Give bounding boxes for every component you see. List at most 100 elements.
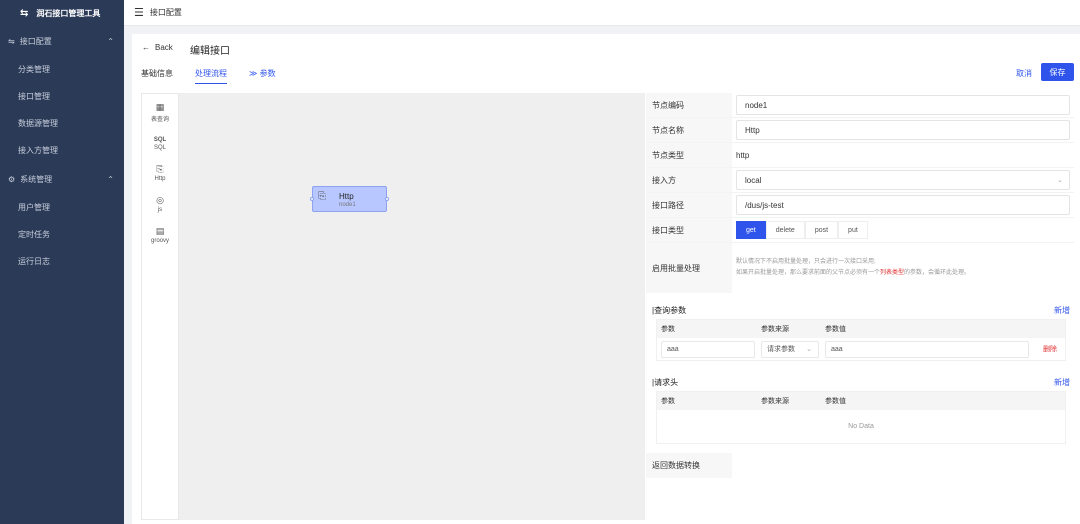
menu-toggle-icon[interactable]: ☰	[134, 6, 144, 19]
http-icon: ⎘	[156, 164, 164, 174]
form-row-method: 接口类型 get delete post put	[646, 218, 1074, 243]
menu-group-label: 系统管理	[20, 174, 53, 184]
node-subtitle: node1	[339, 202, 356, 208]
groovy-icon: ▤	[155, 226, 165, 236]
param-value-input[interactable]: aaa	[825, 340, 1029, 358]
form-row-api-path: 接口路径 /dus/js-test	[646, 193, 1074, 218]
sidebar-item-datasource[interactable]: 数据源管理	[0, 110, 124, 137]
palette-http[interactable]: ⎘ Http	[142, 164, 178, 183]
table-row: aaa 请求参数 ⌄ aaa 删除	[657, 338, 1065, 360]
js-icon: ◎	[156, 195, 164, 205]
sidebar-item-logs[interactable]: 运行日志	[0, 248, 124, 275]
section-title: |请求头	[652, 377, 679, 387]
palette-label: Http	[154, 176, 166, 182]
form-row-accessor: 接入方 local ⌄	[646, 168, 1074, 193]
flow-node-http[interactable]: ⎘ Http node1	[310, 186, 389, 212]
cancel-button[interactable]: 取消	[1016, 68, 1032, 79]
batch-hint: 默认情况下不启用批量处理，只会进行一次接口采用; 如果开启批量处理，那么要求前面…	[732, 243, 970, 293]
method-get[interactable]: get	[736, 221, 766, 239]
logo-icon: ⇆	[20, 7, 29, 19]
sql-icon: SQL	[153, 137, 167, 143]
method-post[interactable]: post	[804, 221, 839, 239]
query-params-table: 参数 参数来源 参数值 aaa 请求参数 ⌄ aaa 删除	[656, 319, 1066, 361]
output-port[interactable]	[385, 197, 389, 201]
batch-hint-line2: 如果开启批量处理，那么要求前面的父节点必须有一个列表类型的参数，会循环此处理。	[736, 270, 971, 276]
field-label: 接口路径	[646, 193, 732, 217]
form-row-response-transform: 返回数据转换	[646, 453, 1074, 478]
method-delete[interactable]: delete	[765, 221, 805, 239]
field-label: 节点类型	[646, 143, 732, 167]
api-path-input[interactable]: /dus/js-test	[736, 195, 1070, 215]
method-put[interactable]: put	[838, 221, 868, 239]
section-title: |查询参数	[652, 305, 687, 315]
flow-canvas[interactable]: ⎘ Http node1	[179, 93, 645, 520]
palette-label: js	[157, 207, 163, 213]
sidebar-item-accessor[interactable]: 接入方管理	[0, 137, 124, 164]
request-headers-header: |请求头 新增	[646, 375, 1074, 389]
param-source-select[interactable]: 请求参数 ⌄	[761, 340, 819, 358]
back-label: Back	[155, 43, 173, 52]
batch-hint-line1: 默认情况下不启用批量处理，只会进行一次接口采用;	[736, 259, 876, 265]
top-header: ☰ 接口配置	[124, 0, 1080, 26]
palette-label: groovy	[150, 238, 169, 244]
accessor-value: local	[745, 175, 762, 185]
col-header: 参数	[661, 398, 675, 405]
breadcrumb: 接口配置	[149, 8, 182, 17]
app-logo[interactable]: ⇆ 润石接口管理工具	[0, 0, 124, 26]
form-row-node-name: 节点名称 Http	[646, 118, 1074, 143]
menu-group-label: 接口配置	[19, 36, 52, 46]
field-label: 返回数据转换	[646, 453, 732, 478]
palette-sql[interactable]: SQL SQL	[142, 137, 178, 151]
palette-table-query[interactable]: ▦ 表查询	[142, 102, 178, 124]
palette-groovy[interactable]: ▤ groovy	[142, 226, 178, 245]
field-label: 节点编码	[646, 93, 732, 117]
col-header: 参数值	[825, 398, 846, 405]
table-icon: ▦	[155, 102, 165, 112]
table-header: 参数 参数来源 参数值	[657, 320, 1065, 338]
accessor-select[interactable]: local ⌄	[736, 170, 1070, 190]
back-button[interactable]: ← Back	[142, 43, 173, 52]
chevron-down-icon: ⌄	[806, 346, 812, 353]
gear-icon: ⚙	[8, 174, 16, 184]
param-name-input[interactable]: aaa	[661, 340, 755, 358]
palette-label: SQL	[153, 145, 166, 151]
app-title: 润石接口管理工具	[36, 8, 101, 18]
node-name-input[interactable]: Http	[736, 120, 1070, 140]
node-title: Http	[339, 192, 354, 201]
menu-group-api-config[interactable]: ⇋ 接口配置 ⌃	[0, 26, 124, 56]
sidebar-item-users[interactable]: 用户管理	[0, 194, 124, 221]
tab-params[interactable]: ≫ 参数	[249, 68, 276, 84]
add-query-param-button[interactable]: 新增	[1054, 305, 1070, 316]
query-params-header: |查询参数 新增	[646, 303, 1074, 317]
sidebar-item-api[interactable]: 接口管理	[0, 83, 124, 110]
sidebar: ⇆ 润石接口管理工具 ⇋ 接口配置 ⌃ 分类管理 接口管理 数据源管理 接入方管…	[0, 0, 124, 524]
palette-label: 表查询	[150, 117, 169, 123]
tab-process-flow[interactable]: 处理流程	[195, 68, 227, 84]
palette-js[interactable]: ◎ js	[142, 195, 178, 214]
request-headers-table: 参数 参数来源 参数值 No Data	[656, 391, 1066, 444]
field-label: 接口类型	[646, 218, 732, 242]
tab-basic-info[interactable]: 基础信息	[141, 68, 173, 84]
method-radio-group: get delete post put	[736, 221, 868, 239]
menu-group-system[interactable]: ⚙ 系统管理 ⌃	[0, 164, 124, 194]
link-icon: ⇋	[8, 36, 15, 46]
sidebar-item-scheduled-tasks[interactable]: 定时任务	[0, 221, 124, 248]
col-header: 参数	[661, 326, 675, 333]
col-header: 参数来源	[761, 326, 789, 333]
delete-param-button[interactable]: 删除	[1035, 344, 1065, 354]
field-label: 节点名称	[646, 118, 732, 142]
node-code-input[interactable]: node1	[736, 95, 1070, 115]
input-port[interactable]	[310, 197, 314, 201]
sidebar-item-category[interactable]: 分类管理	[0, 56, 124, 83]
chevron-down-icon: ⌄	[1057, 177, 1063, 184]
tab-bar: 基础信息 处理流程 ≫ 参数	[141, 68, 276, 84]
page-title: 编辑接口	[190, 46, 230, 57]
add-header-button[interactable]: 新增	[1054, 377, 1070, 388]
editor-card: ← Back 编辑接口 基础信息 处理流程 ≫ 参数 取消 保存 ▦ 表查询 S…	[132, 34, 1080, 524]
save-button[interactable]: 保存	[1041, 63, 1074, 81]
form-row-node-code: 节点编码 node1	[646, 93, 1074, 118]
chevron-up-icon: ⌃	[107, 36, 114, 46]
node-type-value: http	[736, 150, 750, 160]
node-property-form: 节点编码 node1 节点名称 Http 节点类型 http 接入方 local…	[646, 93, 1074, 478]
field-label: 启用批量处理	[646, 243, 732, 293]
